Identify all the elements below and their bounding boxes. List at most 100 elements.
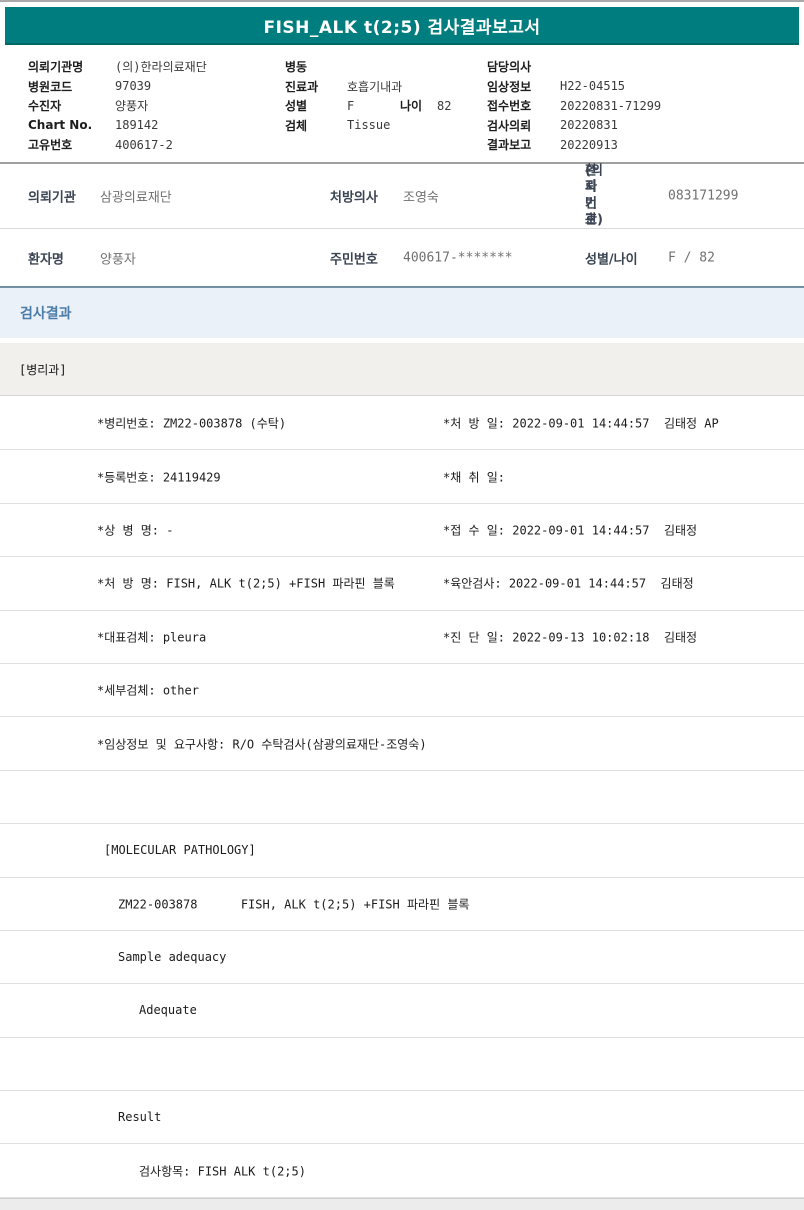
sex-age-label: 성별/나이 <box>585 248 638 267</box>
result-right: *육안검사: 2022-09-01 14:44:57 김태정 <box>443 575 694 592</box>
department-name: [병리과] <box>19 361 67 378</box>
result-row: *병리번호: ZM22-003878 (수탁) *처 방 일: 2022-09-… <box>0 397 804 450</box>
field-value: H22-04515 <box>560 79 625 93</box>
field-value: Tissue <box>347 118 390 132</box>
result-row: Adequate <box>0 984 804 1037</box>
field-label: 고유번호 <box>28 136 115 153</box>
field-label: 수진자 <box>28 97 115 114</box>
prescribing-doctor-label: 처방의사 <box>330 187 378 206</box>
prescribing-doctor-value: 조영숙 <box>403 187 439 206</box>
field-value: 400617-2 <box>115 138 173 152</box>
result-left: *임상정보 및 요구사항: R/O 수탁검사(삼광의료재단-조영숙) <box>97 735 427 752</box>
field-sex-age: 성별 F 나이 82 <box>285 96 451 116</box>
result-row: ZM22-003878 FISH, ALK t(2;5) +FISH 파라핀 블… <box>0 878 804 931</box>
field-value: 20220831 <box>560 118 618 132</box>
field-value: 20220913 <box>560 138 618 152</box>
field-report-date: 결과보고 20220913 <box>487 135 661 155</box>
result-left: *세부검체: other <box>97 682 199 699</box>
field-label: 검사의뢰 <box>487 117 560 134</box>
patient-no-value: 083171299 <box>668 189 738 204</box>
top-border-line <box>0 0 804 2</box>
rrn-label: 주민번호 <box>330 248 378 267</box>
field-chart-no: Chart No. 189142 <box>28 116 207 136</box>
field-value: 양풍자 <box>115 97 148 114</box>
field-label: 검체 <box>285 117 347 134</box>
result-left: *등록번호: 24119429 <box>97 468 221 485</box>
field-label: 접수번호 <box>487 97 560 114</box>
field-label: 병원코드 <box>28 78 115 95</box>
result-row: *세부검체: other <box>0 664 804 717</box>
bottom-cutoff-band <box>0 1198 804 1210</box>
field-request-date: 검사의뢰 20220831 <box>487 116 661 136</box>
field-value: 20220831-71299 <box>560 99 661 113</box>
referral-org-value: 삼광의료재단 <box>100 187 172 206</box>
result-row: Result <box>0 1091 804 1144</box>
result-left: Adequate <box>139 1003 197 1017</box>
result-right: *채 취 일: <box>443 468 505 485</box>
order-info-col1: 의뢰기관명 (의)한라의료재단 병원코드 97039 수진자 양풍자 Chart… <box>28 57 207 155</box>
result-row: *임상정보 및 요구사항: R/O 수탁검사(삼광의료재단-조영숙) <box>0 717 804 770</box>
department-band: [병리과] <box>0 343 804 396</box>
field-specimen: 검체 Tissue <box>285 116 451 136</box>
result-left: 검사항목: FISH ALK t(2;5) <box>139 1162 306 1179</box>
results-section-header: 검사결과 <box>0 288 804 338</box>
field-value: (의)한라의료재단 <box>115 58 207 75</box>
result-row: *처 방 명: FISH, ALK t(2;5) +FISH 파라핀 블록 *육… <box>0 557 804 610</box>
field-label: 임상정보 <box>487 78 560 95</box>
patient-name-value: 양풍자 <box>100 248 136 267</box>
field-accession-no: 접수번호 20220831-71299 <box>487 96 661 116</box>
field-label: 성별 <box>285 97 347 114</box>
field-value: 호흡기내과 <box>347 78 402 95</box>
result-left: *대표검체: pleura <box>97 628 206 645</box>
result-right: *접 수 일: 2022-09-01 14:44:57 김태정 <box>443 521 697 538</box>
field-value: F <box>347 99 384 113</box>
field-label: Chart No. <box>28 118 115 132</box>
field-value-age: 82 <box>437 99 451 113</box>
result-row: [MOLECULAR PATHOLOGY] <box>0 824 804 877</box>
field-department: 진료과 호흡기내과 <box>285 77 451 97</box>
order-info-col3: 담당의사 임상정보 H22-04515 접수번호 20220831-71299 … <box>487 57 661 155</box>
field-attending-doctor: 담당의사 <box>487 57 661 77</box>
result-left: *상 병 명: - <box>97 521 173 538</box>
referral-row: 의뢰기관 삼광의료재단 처방의사 조영숙 환자번호 (의뢰기관) 0831712… <box>0 164 804 229</box>
field-value: 97039 <box>115 79 151 93</box>
field-client-org: 의뢰기관명 (의)한라의료재단 <box>28 57 207 77</box>
result-left: Result <box>118 1110 161 1124</box>
field-label: 병동 <box>285 58 347 75</box>
result-left: *처 방 명: FISH, ALK t(2;5) +FISH 파라핀 블록 <box>97 575 395 592</box>
field-unique-no: 고유번호 400617-2 <box>28 135 207 155</box>
result-left: ZM22-003878 FISH, ALK t(2;5) +FISH 파라핀 블… <box>118 895 469 912</box>
patient-no-label-line2: (의뢰기관) <box>585 164 603 229</box>
field-ward: 병동 <box>285 57 451 77</box>
field-label: 의뢰기관명 <box>28 58 115 75</box>
results-section-title: 검사결과 <box>20 303 72 323</box>
report-page: FISH_ALK t(2;5) 검사결과보고서 의뢰기관명 (의)한라의료재단 … <box>0 0 804 1210</box>
report-title: FISH_ALK t(2;5) 검사결과보고서 <box>263 13 540 38</box>
result-row: *등록번호: 24119429 *채 취 일: <box>0 450 804 503</box>
result-row: Sample adequacy <box>0 931 804 984</box>
field-examinee: 수진자 양풍자 <box>28 96 207 116</box>
result-row: *상 병 명: - *접 수 일: 2022-09-01 14:44:57 김태… <box>0 504 804 557</box>
order-info-col2: 병동 진료과 호흡기내과 성별 F 나이 82 검체 Tissue <box>285 57 451 135</box>
result-left: [MOLECULAR PATHOLOGY] <box>104 843 256 857</box>
result-right: *처 방 일: 2022-09-01 14:44:57 김태정 AP <box>443 415 719 432</box>
field-label: 담당의사 <box>487 58 560 75</box>
patient-name-label: 환자명 <box>28 248 64 267</box>
patient-row: 환자명 양풍자 주민번호 400617-******* 성별/나이 F / 82 <box>0 229 804 286</box>
result-row: *대표검체: pleura *진 단 일: 2022-09-13 10:02:1… <box>0 611 804 664</box>
rrn-value: 400617-******* <box>403 250 513 265</box>
field-label: 진료과 <box>285 78 347 95</box>
result-left: *병리번호: ZM22-003878 (수탁) <box>97 415 286 432</box>
result-row: 검사항목: FISH ALK t(2;5) <box>0 1144 804 1197</box>
sex-age-value: F / 82 <box>668 250 715 265</box>
result-row-empty <box>0 1038 804 1091</box>
result-left: Sample adequacy <box>118 950 226 964</box>
field-value: 189142 <box>115 118 158 132</box>
report-title-banner: FISH_ALK t(2;5) 검사결과보고서 <box>5 7 799 45</box>
result-right: *진 단 일: 2022-09-13 10:02:18 김태정 <box>443 628 697 645</box>
order-info-block: 의뢰기관명 (의)한라의료재단 병원코드 97039 수진자 양풍자 Chart… <box>0 54 804 160</box>
field-label: 결과보고 <box>487 136 560 153</box>
referral-org-label: 의뢰기관 <box>28 187 76 206</box>
field-label-age: 나이 <box>400 97 437 114</box>
field-clinical-info: 임상정보 H22-04515 <box>487 77 661 97</box>
